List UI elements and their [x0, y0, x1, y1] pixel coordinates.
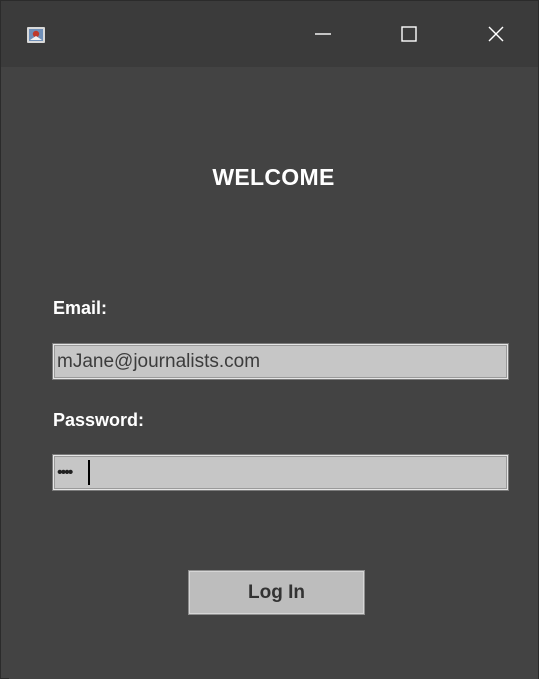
text-caret: [88, 460, 90, 485]
welcome-heading: WELCOME: [212, 164, 335, 190]
minimize-button[interactable]: [292, 1, 354, 67]
maximize-button[interactable]: [378, 1, 440, 67]
login-panel: WELCOME Email: Password: Log In: [9, 67, 538, 679]
email-field[interactable]: [52, 343, 509, 380]
password-label: Password:: [53, 410, 145, 430]
password-field[interactable]: [52, 454, 509, 491]
title-bar[interactable]: [1, 1, 538, 67]
maximize-icon: [401, 26, 417, 42]
login-button[interactable]: Log In: [188, 570, 365, 615]
minimize-icon: [315, 33, 331, 35]
close-button[interactable]: [465, 1, 527, 67]
close-icon: [488, 26, 504, 42]
login-window: WELCOME Email: Password: Log In: [0, 0, 539, 679]
email-label: Email:: [53, 298, 108, 318]
java-app-icon: [27, 27, 45, 43]
